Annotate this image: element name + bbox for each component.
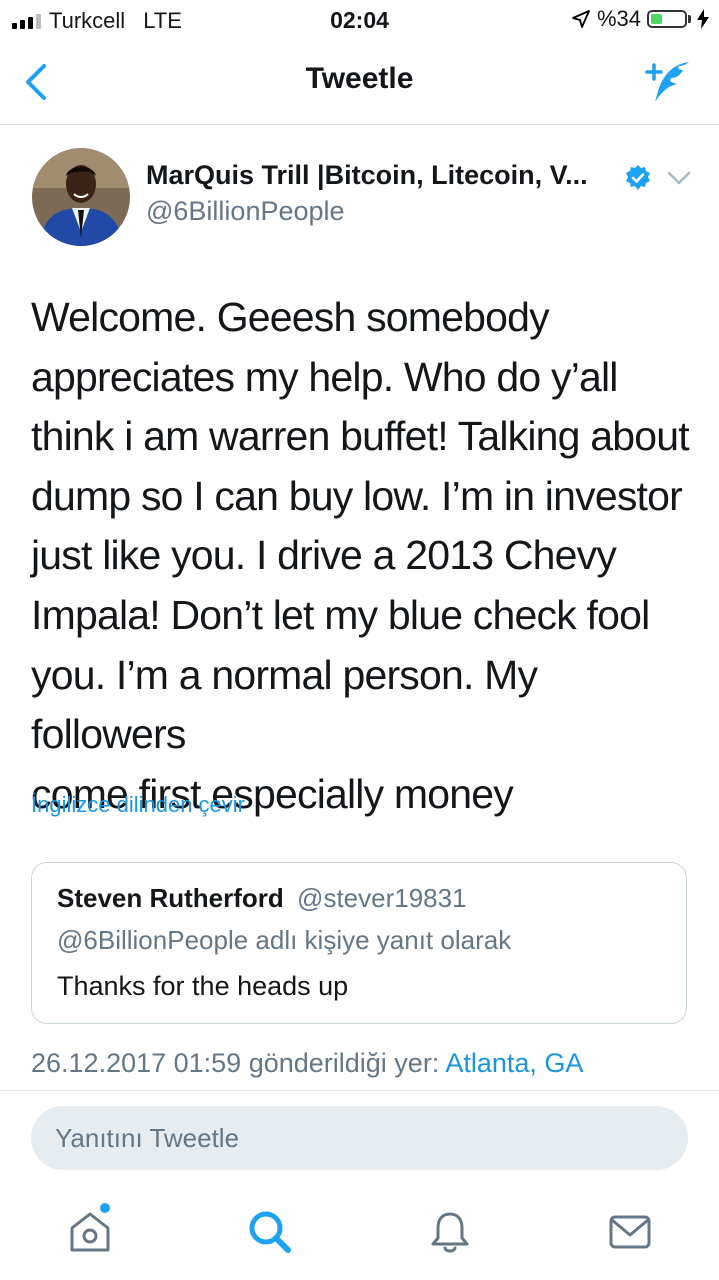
tweet-text-line: dump so I can buy low. I’m in investor	[31, 472, 683, 519]
battery-percent: %34	[596, 6, 641, 31]
verified-badge-icon	[626, 165, 650, 190]
battery-tip	[688, 15, 691, 23]
chevron-down-icon[interactable]	[666, 168, 692, 188]
tweet-timestamp: 26.12.2017 01:59 gönderildiği yer:	[31, 1048, 440, 1078]
tweet-text-line: Welcome. Geeesh somebody	[31, 294, 550, 340]
tweet-text-line: think i am warren buffet! Talking about	[31, 413, 690, 460]
battery-icon	[647, 10, 687, 28]
tweet-meta: 26.12.2017 01:59 gönderildiği yer: Atlant…	[31, 1048, 583, 1079]
compose-tweet-icon[interactable]	[641, 58, 693, 106]
quoted-tweet-header: Steven Rutherford @stever19831	[57, 883, 467, 914]
navigation-bar: Tweetle	[0, 40, 719, 125]
search-icon[interactable]	[246, 1208, 294, 1256]
charging-bolt-icon	[697, 9, 709, 29]
bell-icon[interactable]	[426, 1208, 474, 1256]
page-title: Tweetle	[305, 62, 414, 95]
tweet-text: Welcome. Geeesh somebody appreciates my …	[31, 288, 701, 824]
tweet-text-line: you. I’m a normal person. My followers	[31, 651, 538, 758]
tweet-text-line: just like you. I drive a 2013 Chevy	[31, 532, 617, 579]
quoted-author-name: Steven Rutherford	[57, 883, 284, 913]
location-arrow-icon	[572, 10, 590, 28]
avatar[interactable]	[32, 148, 130, 246]
envelope-icon[interactable]	[606, 1208, 654, 1256]
battery-level	[651, 14, 662, 24]
quoted-replying-to: @6BillionPeople adlı kişiye yanıt olarak	[57, 925, 512, 955]
avatar-photo	[32, 148, 130, 246]
tweet-location-link[interactable]: Atlanta, GA	[445, 1048, 583, 1078]
quoted-author-handle: @stever19831	[297, 883, 467, 913]
home-icon[interactable]	[66, 1208, 114, 1256]
quoted-tweet-card[interactable]: Steven Rutherford @stever19831 @6Billion…	[31, 862, 687, 1024]
status-bar: Turkcell LTE 02:04 %34	[0, 0, 719, 40]
status-right: %34	[571, 6, 709, 32]
reply-input[interactable]: Yanıtını Tweetle	[31, 1106, 688, 1170]
author-handle[interactable]: @6BillionPeople	[146, 196, 345, 227]
divider	[0, 1090, 719, 1091]
author-name[interactable]: MarQuis Trill |Bitcoin, Litecoin, V...	[146, 160, 588, 191]
notification-dot	[100, 1203, 110, 1213]
tweet-text-line: appreciates my help. Who do y’all	[31, 353, 618, 400]
translate-link[interactable]: İngilizce dilinden çevir	[31, 792, 245, 818]
tweet-text-line: Impala! Don’t let my blue check fool	[31, 591, 650, 638]
quoted-tweet-text: Thanks for the heads up	[57, 971, 349, 1001]
